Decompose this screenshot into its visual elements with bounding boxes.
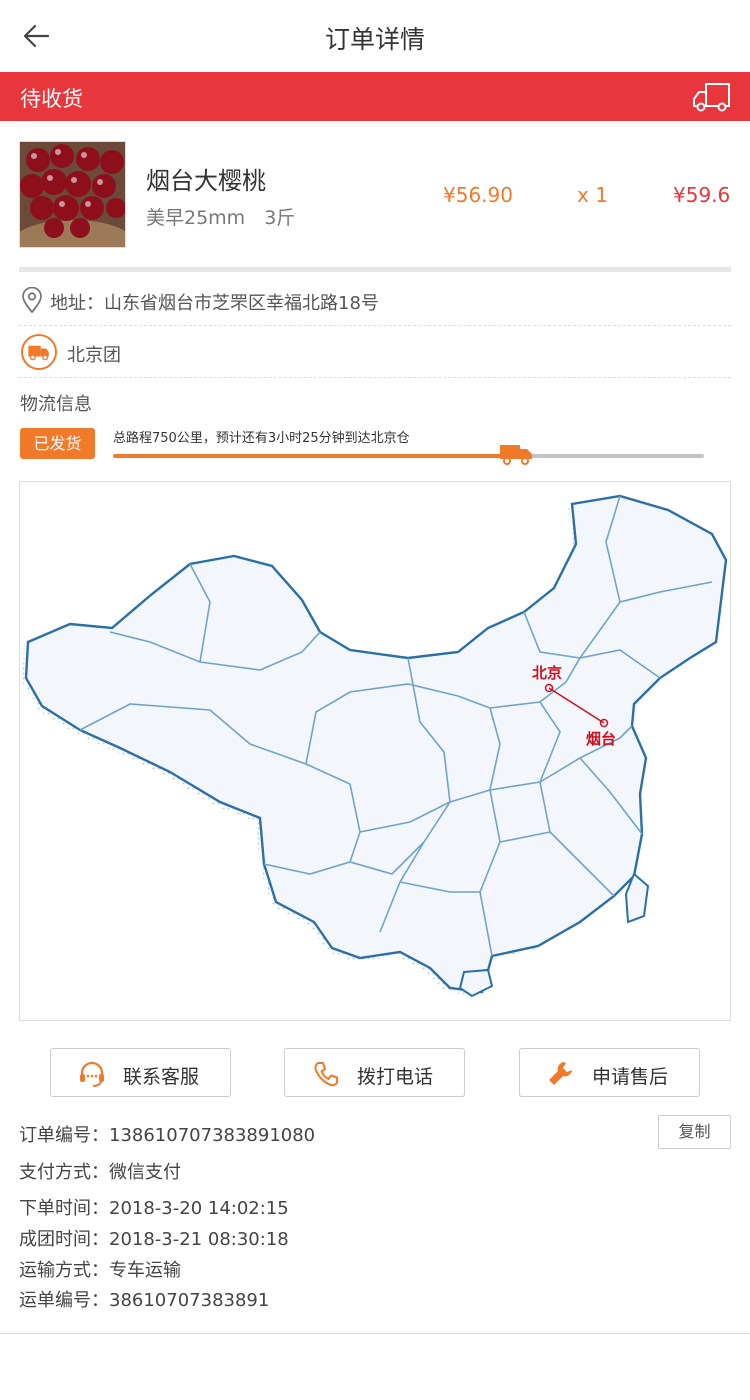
address-text: 地址：山东省烟台市芝罘区幸福北路18号: [50, 293, 379, 314]
progress-truck-icon: [499, 445, 532, 465]
contact-service-label: 联系客服: [123, 1066, 200, 1088]
product-name: 烟台大樱桃: [146, 167, 266, 195]
call-label: 拨打电话: [357, 1066, 434, 1088]
product-image: [19, 141, 126, 248]
group-name: 北京团: [67, 345, 121, 366]
order-placed-time: 下单时间：2018-3-20 14:02:15: [19, 1198, 289, 1219]
delivery-truck-icon: [21, 334, 57, 370]
shipped-badge: 已发货: [20, 428, 95, 459]
shipping-progress-fill: [113, 454, 515, 458]
total-price: ¥59.6: [673, 183, 731, 207]
call-button[interactable]: 拨打电话: [284, 1048, 465, 1097]
wrench-icon: [549, 1062, 572, 1085]
product-row[interactable]: 烟台大樱桃 美早25mm 3斤 ¥56.90 x 1 ¥59.6: [0, 121, 750, 271]
phone-icon: [314, 1062, 338, 1087]
headset-icon: [80, 1061, 104, 1087]
quantity: x 1: [577, 183, 608, 207]
unit-price: ¥56.90: [443, 183, 513, 207]
shipping-progress-bar: [113, 454, 704, 458]
logistics-title: 物流信息: [20, 394, 92, 415]
payment-method: 支付方式：微信支付: [19, 1162, 181, 1183]
bottom-divider: [0, 1333, 750, 1334]
page-title: 订单详情: [324, 25, 425, 54]
copy-button[interactable]: 复制: [658, 1115, 731, 1149]
waybill-number: 运单编号：38610707383891: [19, 1290, 270, 1311]
shipping-method: 运输方式：专车运输: [19, 1260, 181, 1281]
route-map: 北京 烟台: [19, 481, 731, 1021]
after-sales-button[interactable]: 申请售后: [519, 1048, 700, 1097]
truck-icon: [693, 83, 730, 112]
order-status-label: 待收货: [20, 87, 83, 111]
route-text: 总路程750公里，预计还有3小时25分钟到达北京仓: [113, 431, 410, 446]
order-status-bar: 待收货: [0, 72, 750, 121]
group-formed-time: 成团时间：2018-3-21 08:30:18: [19, 1229, 289, 1250]
contact-service-button[interactable]: 联系客服: [50, 1048, 231, 1097]
order-number: 订单编号：13861070738389108​0: [19, 1125, 316, 1146]
location-pin-icon: [22, 287, 42, 313]
china-map: [22, 494, 728, 998]
group-row: 北京团: [19, 326, 731, 378]
nav-bar: 订单详情: [0, 0, 750, 72]
map-label-origin: 北京: [532, 664, 563, 682]
after-sales-label: 申请售后: [592, 1066, 669, 1088]
map-label-destination: 烟台: [586, 730, 617, 748]
product-spec: 美早25mm 3斤: [146, 207, 296, 229]
address-row: 地址：山东省烟台市芝罘区幸福北路18号: [19, 272, 731, 326]
